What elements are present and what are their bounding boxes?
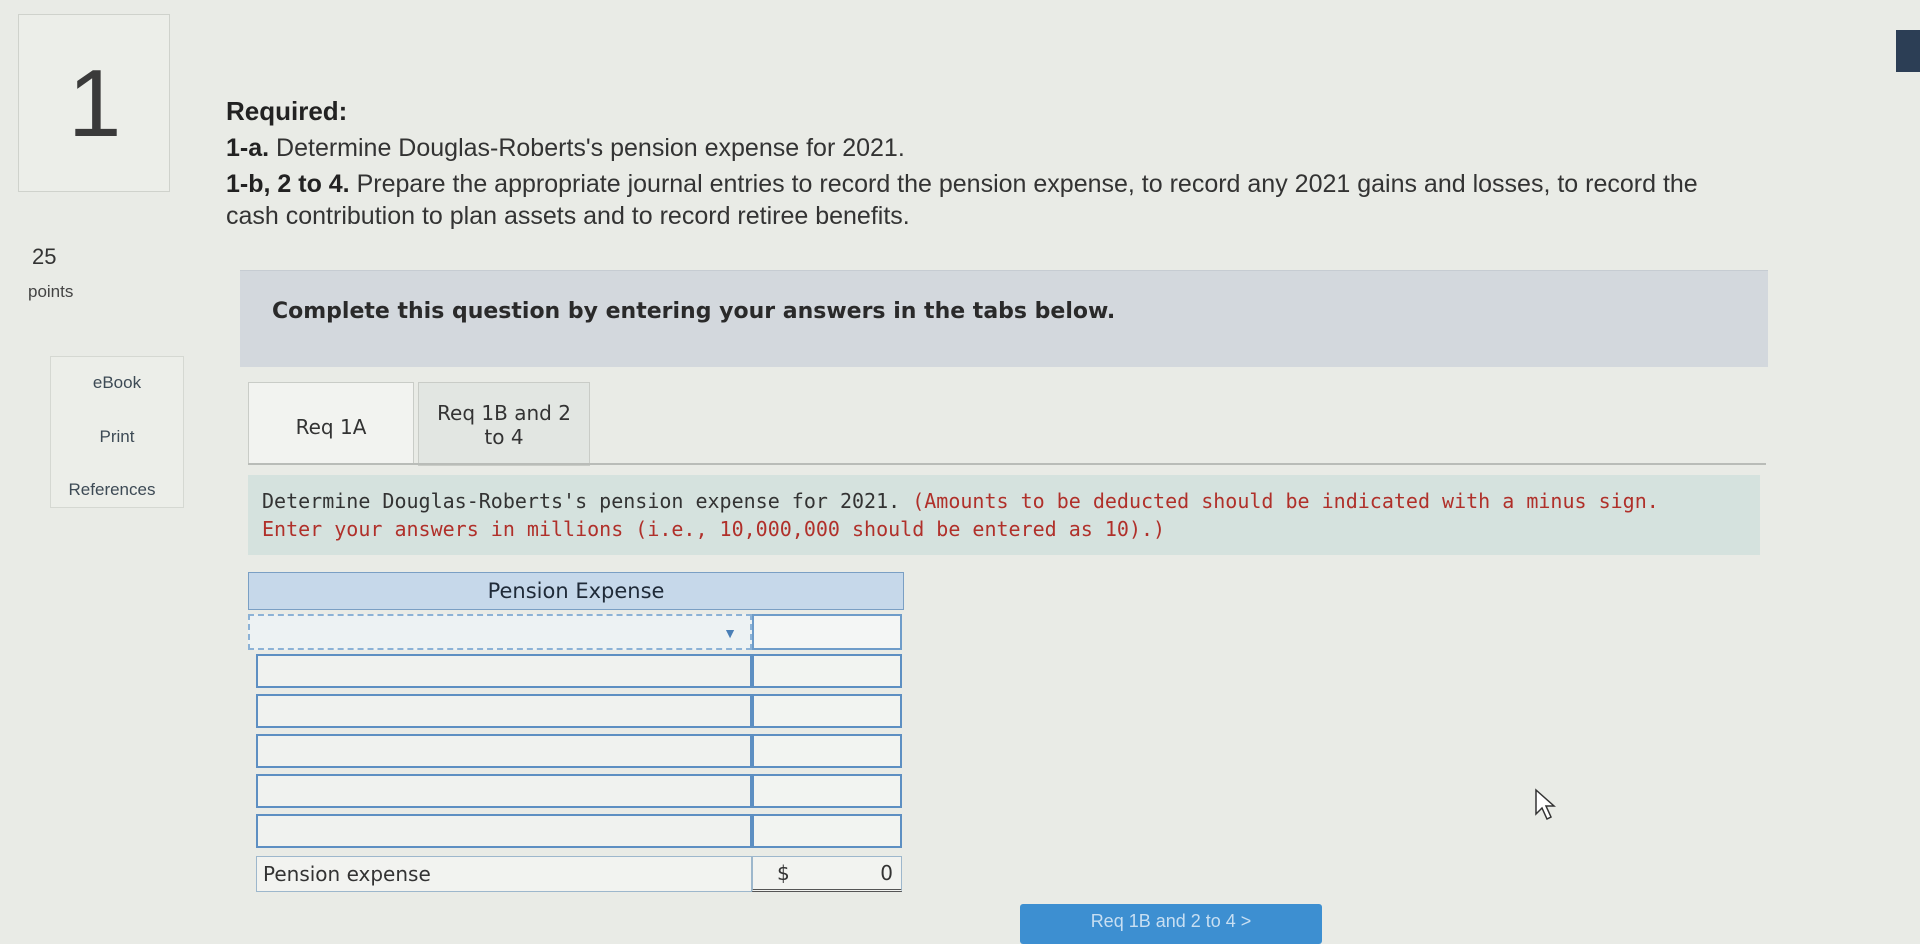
instructions-box: Determine Douglas-Roberts's pension expe… xyxy=(248,475,1760,555)
row-5-amount-input[interactable] xyxy=(752,774,902,808)
required-line-1-text: Determine Douglas-Roberts's pension expe… xyxy=(269,134,905,162)
question-number: 1 xyxy=(68,50,122,157)
required-line-3-text: cash contribution to plan assets and to … xyxy=(226,202,910,230)
side-item-references[interactable]: References xyxy=(46,480,178,500)
tab-req-1b-2-4-label-line1: Req 1B and 2 xyxy=(437,401,571,425)
side-item-print[interactable]: Print xyxy=(51,427,183,447)
required-line-1: 1-a. Determine Douglas-Roberts's pension… xyxy=(226,134,905,163)
points-label: points xyxy=(28,282,74,301)
tab-req-1a[interactable]: Req 1A xyxy=(248,382,414,465)
mouse-cursor-icon xyxy=(1535,788,1556,821)
tab-req-1b-2-4-label-line2: to 4 xyxy=(484,425,524,449)
instructions-line-1: Determine Douglas-Roberts's pension expe… xyxy=(262,489,1659,513)
total-currency: $ xyxy=(777,861,790,885)
row-4-account-select[interactable] xyxy=(256,734,752,768)
required-heading: Required: xyxy=(226,96,348,126)
total-value: $ 0 xyxy=(752,856,902,892)
right-edge-tab xyxy=(1896,30,1920,72)
row-6-amount-input[interactable] xyxy=(752,814,902,848)
next-tab-button[interactable]: Req 1B and 2 to 4 > xyxy=(1020,904,1322,944)
row-6-account-select[interactable] xyxy=(256,814,752,848)
complete-banner-text: Complete this question by entering your … xyxy=(272,299,1116,324)
row-3-account-select[interactable] xyxy=(256,694,752,728)
side-item-ebook[interactable]: eBook xyxy=(51,373,183,393)
row-4-amount-input[interactable] xyxy=(752,734,902,768)
pension-expense-table: Pension Expense ▼ Pension expense $ 0 xyxy=(248,572,904,894)
row-1-account-select[interactable] xyxy=(248,614,752,650)
row-2-amount-input[interactable] xyxy=(752,654,902,688)
instructions-note: (Amounts to be deducted should be indica… xyxy=(900,489,1659,513)
complete-banner: Complete this question by entering your … xyxy=(240,270,1768,367)
required-line-2: 1-b, 2 to 4. Prepare the appropriate jou… xyxy=(226,170,1698,199)
table-title: Pension Expense xyxy=(248,572,904,610)
row-1-amount-input[interactable] xyxy=(752,614,902,650)
row-2-account-select[interactable] xyxy=(256,654,752,688)
required-line-2-text: Prepare the appropriate journal entries … xyxy=(349,170,1698,198)
tab-divider xyxy=(248,463,1766,465)
points-value: 25 xyxy=(32,244,57,269)
total-amount: 0 xyxy=(880,861,893,885)
row-5-account-select[interactable] xyxy=(256,774,752,808)
required-line-3: cash contribution to plan assets and to … xyxy=(226,202,910,231)
chevron-down-icon[interactable]: ▼ xyxy=(716,622,744,644)
instructions-line-2: Enter your answers in millions (i.e., 10… xyxy=(262,517,1166,541)
row-3-amount-input[interactable] xyxy=(752,694,902,728)
required-line-1-label: 1-a. xyxy=(226,134,270,162)
tab-req-1a-label: Req 1A xyxy=(295,415,367,439)
required-line-2-label: 1-b, 2 to 4. xyxy=(226,170,350,198)
instructions-text: Determine Douglas-Roberts's pension expe… xyxy=(262,489,901,513)
tab-req-1b-2-4[interactable]: Req 1B and 2 to 4 xyxy=(418,382,590,466)
total-label: Pension expense xyxy=(256,856,752,892)
